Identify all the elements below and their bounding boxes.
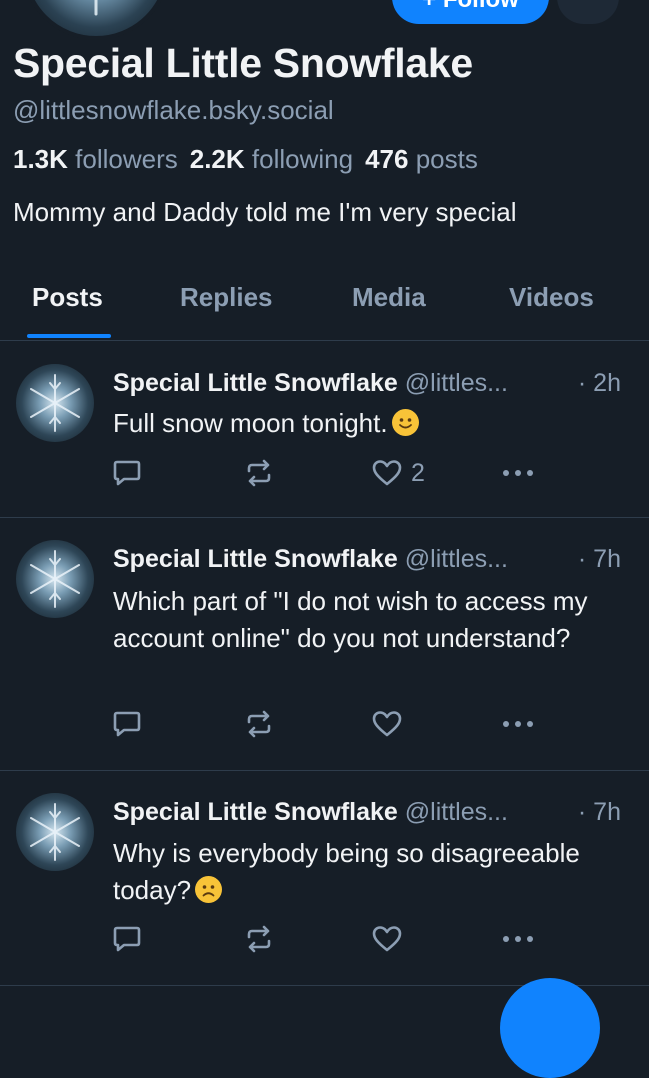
profile-stats: 1.3K followers 2.2K following 476 posts — [13, 144, 478, 175]
like-button[interactable] — [371, 708, 403, 740]
post-author-handle[interactable]: @littles... — [405, 545, 508, 573]
post-actions — [111, 923, 631, 957]
post-more-button[interactable] — [500, 457, 536, 489]
profile-tabs: Posts Replies Media Videos — [0, 262, 649, 342]
post-header: Special Little Snowflake @littles... — [113, 798, 623, 827]
post-text: Which part of "I do not wish to access m… — [113, 586, 588, 653]
speech-bubble-icon — [113, 926, 141, 952]
ellipsis-icon — [503, 936, 533, 942]
post-author-name[interactable]: Special Little Snowflake — [113, 798, 398, 826]
feed-post[interactable]: Special Little Snowflake @littles... · 7… — [0, 771, 649, 986]
profile-avatar[interactable] — [22, 0, 170, 40]
post-avatar[interactable] — [16, 364, 94, 442]
post-text: Full snow moon tonight. — [113, 405, 623, 442]
post-author-name[interactable]: Special Little Snowflake — [113, 545, 398, 573]
frowning-face-icon — [195, 876, 223, 903]
post-header: Special Little Snowflake @littles... — [113, 369, 623, 398]
reply-button[interactable] — [111, 923, 143, 955]
feed-post[interactable]: Special Little Snowflake @littles... · 2… — [0, 342, 649, 518]
tab-replies[interactable]: Replies — [180, 282, 273, 313]
post-more-button[interactable] — [500, 923, 536, 955]
post-text-body: Full snow moon tonight. — [113, 408, 388, 438]
following-count: 2.2K — [189, 144, 245, 174]
followers-count: 1.3K — [13, 144, 68, 174]
tab-posts[interactable]: Posts — [32, 282, 103, 313]
like-button[interactable] — [371, 923, 403, 955]
profile-bio: Mommy and Daddy told me I'm very special — [13, 197, 517, 227]
ellipsis-icon — [503, 721, 533, 727]
repost-arrows-icon — [247, 710, 271, 738]
repost-arrows-icon — [247, 459, 271, 487]
speech-bubble-icon — [113, 460, 141, 486]
reply-button[interactable] — [111, 457, 143, 489]
post-timestamp[interactable]: · 7h — [578, 798, 621, 827]
post-text: Why is everybody being so disagreeable t… — [113, 835, 623, 909]
post-actions — [111, 708, 631, 742]
ellipsis-icon — [503, 470, 533, 476]
posts-stat: 476 posts — [365, 144, 478, 174]
posts-count: 476 — [365, 144, 409, 174]
repost-button[interactable] — [243, 708, 275, 740]
post-text-body: Why is everybody being so disagreeable t… — [113, 838, 580, 905]
like-count: 2 — [411, 458, 425, 487]
post-timestamp[interactable]: · 2h — [578, 369, 621, 398]
heart-icon — [372, 711, 402, 737]
profile-handle: @littlesnowflake.bsky.social — [13, 95, 334, 125]
like-button[interactable]: 2 — [371, 457, 425, 489]
post-actions: 2 — [111, 457, 631, 491]
slightly-smiling-face-icon — [391, 409, 419, 436]
speech-bubble-icon — [113, 711, 141, 737]
following-link[interactable]: 2.2K following — [190, 144, 353, 174]
follow-button[interactable]: + Follow — [392, 0, 549, 24]
tab-media[interactable]: Media — [352, 282, 426, 313]
profile-more-button[interactable] — [557, 0, 619, 24]
feed-post[interactable]: Special Little Snowflake @littles... · 7… — [0, 518, 649, 771]
profile-display-name: Special Little Snowflake — [13, 40, 473, 86]
heart-icon — [372, 460, 402, 486]
active-tab-indicator — [27, 334, 111, 338]
post-author-handle[interactable]: @littles... — [405, 369, 508, 397]
post-header: Special Little Snowflake @littles... — [113, 545, 623, 574]
following-label: following — [251, 144, 354, 174]
followers-link[interactable]: 1.3K followers — [13, 144, 178, 174]
post-more-button[interactable] — [500, 708, 536, 740]
post-author-handle[interactable]: @littles... — [405, 798, 508, 826]
repost-button[interactable] — [243, 923, 275, 955]
followers-label: followers — [75, 144, 178, 174]
tabs-divider — [0, 340, 649, 341]
tab-videos[interactable]: Videos — [509, 282, 594, 313]
reply-button[interactable] — [111, 708, 143, 740]
post-avatar[interactable] — [16, 793, 94, 871]
heart-icon — [372, 926, 402, 952]
repost-button[interactable] — [243, 457, 275, 489]
compose-button[interactable] — [500, 978, 600, 1078]
post-timestamp[interactable]: · 7h — [578, 545, 621, 574]
posts-label: posts — [415, 144, 478, 174]
repost-arrows-icon — [247, 925, 271, 953]
post-author-name[interactable]: Special Little Snowflake — [113, 369, 398, 397]
post-avatar[interactable] — [16, 540, 94, 618]
